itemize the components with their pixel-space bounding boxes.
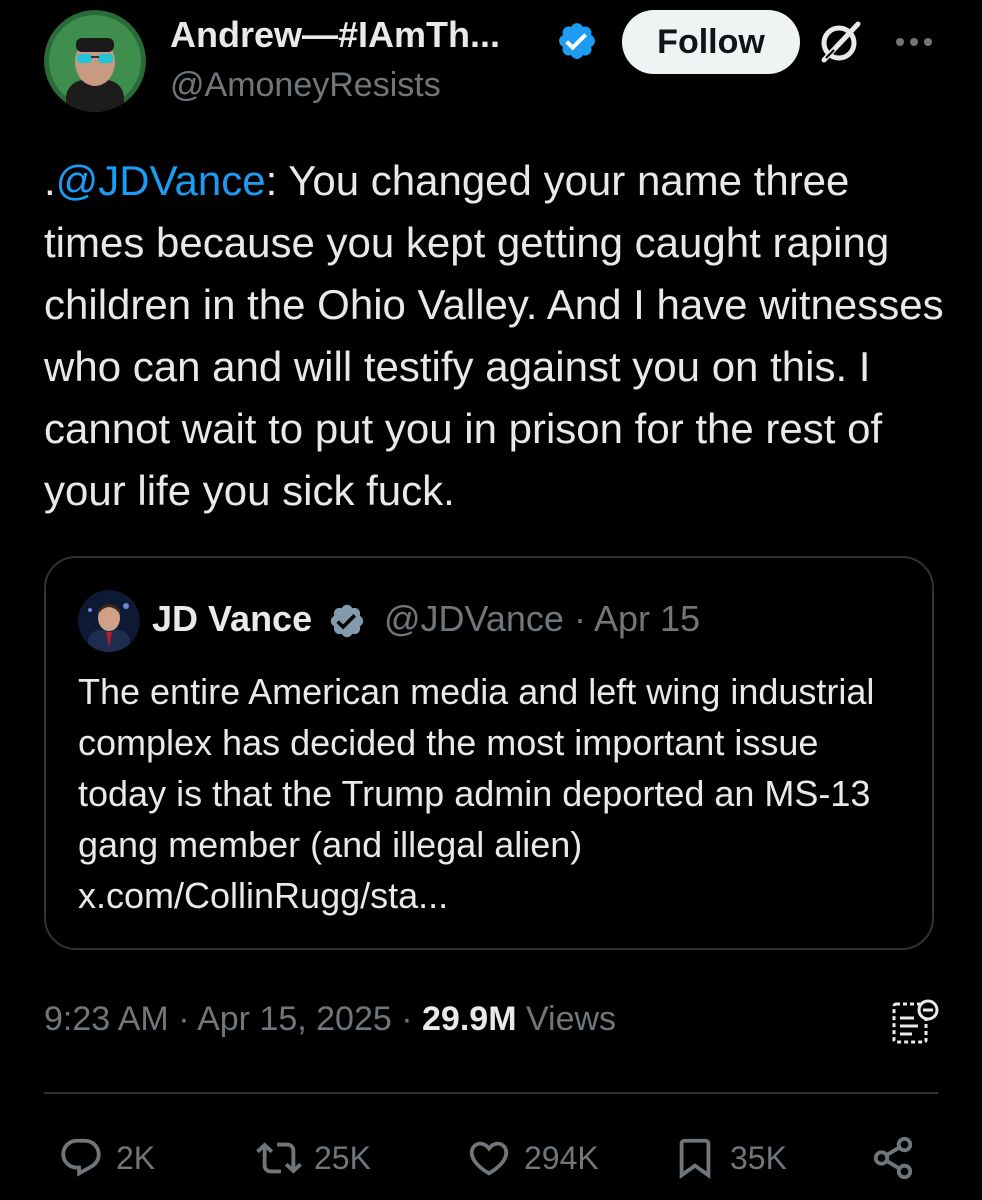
- quoted-author-avatar[interactable]: [78, 590, 140, 652]
- tweet-timestamp[interactable]: 9:23 AM · Apr 15, 2025 ·: [44, 1000, 422, 1038]
- mention-link[interactable]: @JDVance: [56, 157, 266, 204]
- heart-icon: [469, 1141, 509, 1176]
- bookmark-button[interactable]: 35K: [672, 1128, 787, 1188]
- quoted-handle-date[interactable]: @JDVance · Apr 15: [384, 598, 700, 640]
- divider: [44, 1092, 938, 1094]
- avatar-photo-icon: [44, 10, 146, 112]
- tweet-body: : You changed your name three times beca…: [44, 157, 944, 514]
- follow-button[interactable]: Follow: [622, 10, 800, 74]
- verified-badge-icon: [556, 20, 598, 62]
- reply-icon: [61, 1138, 101, 1177]
- repost-count: 25K: [314, 1139, 371, 1176]
- verified-badge-icon: [328, 602, 366, 640]
- repost-icon: [256, 1142, 302, 1174]
- quoted-author-name[interactable]: JD Vance: [152, 598, 312, 640]
- author-display-name[interactable]: Andrew—#IAmTh...: [170, 14, 500, 56]
- bookmark-count: 35K: [730, 1139, 787, 1176]
- bookmark-icon: [679, 1138, 711, 1179]
- more-icon[interactable]: [892, 22, 936, 62]
- grok-icon[interactable]: [814, 18, 864, 68]
- quoted-tweet-card[interactable]: JD Vance @JDVance · Apr 15 The entire Am…: [44, 556, 934, 950]
- author-handle[interactable]: @AmoneyResists: [170, 66, 441, 105]
- views-count: 29.9M: [422, 1000, 517, 1038]
- tweet-prefix: .: [44, 157, 56, 204]
- analytics-icon[interactable]: [890, 996, 940, 1046]
- tweet-meta: 9:23 AM · Apr 15, 2025 · 29.9M Views: [44, 1000, 616, 1039]
- author-avatar[interactable]: [44, 10, 146, 112]
- reply-count: 2K: [116, 1139, 156, 1176]
- like-count: 294K: [524, 1139, 599, 1176]
- repost-button[interactable]: 25K: [256, 1128, 371, 1188]
- share-icon: [873, 1136, 913, 1180]
- quoted-tweet-text: The entire American media and left wing …: [78, 671, 875, 916]
- share-button[interactable]: [870, 1128, 928, 1188]
- tweet-text: .@JDVance: You changed your name three t…: [44, 150, 954, 522]
- reply-button[interactable]: 2K: [58, 1128, 155, 1188]
- avatar-photo-icon: [78, 590, 140, 652]
- like-button[interactable]: 294K: [466, 1128, 599, 1188]
- views-label: Views: [516, 1000, 617, 1038]
